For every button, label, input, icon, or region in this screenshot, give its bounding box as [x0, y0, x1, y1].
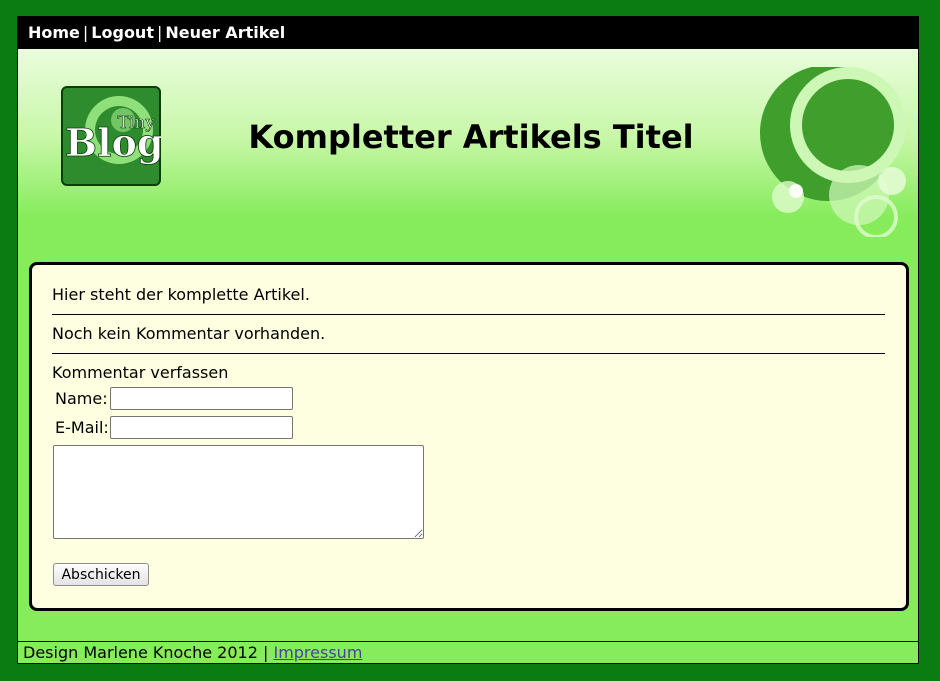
- decorative-circles-graphic: [760, 67, 906, 237]
- divider: [52, 314, 885, 315]
- comment-textarea[interactable]: [53, 445, 424, 539]
- email-input[interactable]: [110, 416, 293, 439]
- footer: Design Marlene Knoche 2012 | Impressum: [18, 641, 918, 663]
- article-panel: Hier steht der komplette Artikel. Noch k…: [29, 262, 909, 611]
- top-navigation-bar: Home | Logout | Neuer Artikel: [18, 17, 918, 49]
- nav-separator: |: [82, 23, 89, 42]
- article-text: Hier steht der komplette Artikel.: [52, 285, 310, 304]
- page: Home | Logout | Neuer Artikel Tiny Blog Komp…: [17, 16, 919, 664]
- submit-button[interactable]: Abschicken: [53, 563, 149, 586]
- name-input[interactable]: [110, 387, 293, 410]
- name-label: Name:: [55, 389, 108, 408]
- nav-home-link[interactable]: Home: [28, 23, 80, 42]
- comment-form-heading: Kommentar verfassen: [52, 363, 229, 382]
- no-comments-text: Noch kein Kommentar vorhanden.: [52, 324, 326, 343]
- nav-logout-link[interactable]: Logout: [91, 23, 154, 42]
- nav-separator: |: [156, 23, 163, 42]
- divider: [52, 353, 885, 354]
- nav-new-article-link[interactable]: Neuer Artikel: [165, 23, 285, 42]
- impressum-link[interactable]: Impressum: [273, 643, 362, 662]
- email-label: E-Mail:: [55, 418, 109, 437]
- footer-separator: |: [262, 643, 269, 662]
- footer-credit: Design Marlene Knoche 2012: [23, 643, 258, 662]
